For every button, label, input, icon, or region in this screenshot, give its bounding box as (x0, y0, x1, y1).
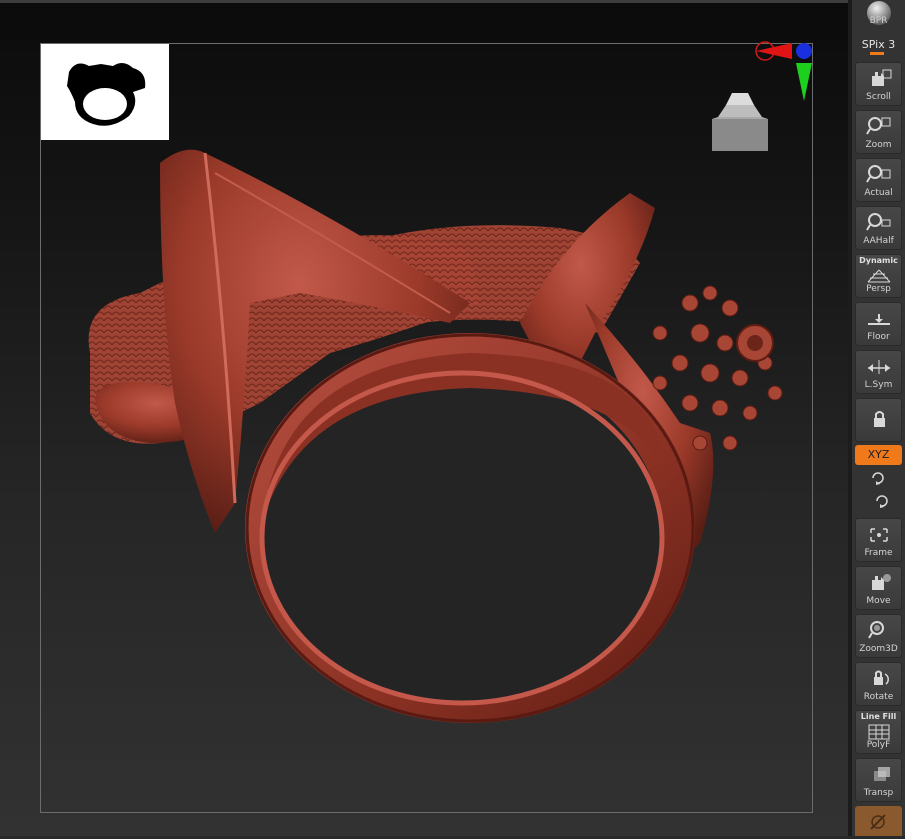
transp-button[interactable]: Transp (855, 758, 902, 802)
rotate-button[interactable]: Rotate (855, 662, 902, 706)
rotate-z-icon[interactable] (874, 494, 890, 508)
zoom3d-button[interactable]: Zoom3D (855, 614, 902, 658)
move-icon (872, 574, 891, 590)
polyf-button[interactable]: Line Fill PolyF (855, 710, 902, 754)
actual-icon (866, 165, 891, 183)
xyz-button[interactable]: XYZ (855, 445, 902, 465)
aahalf-button[interactable]: AAHalf (855, 206, 902, 250)
bpr-button[interactable]: BPR (852, 16, 905, 26)
lock-button[interactable] (855, 398, 902, 442)
persp-button[interactable]: Dynamic Persp (855, 254, 902, 298)
frame-icon (870, 528, 888, 542)
spix-slider-fill (870, 52, 884, 55)
rotate-y-icon[interactable] (870, 471, 886, 485)
ring-silhouette-icon (67, 62, 146, 126)
scroll-button[interactable]: Scroll (855, 62, 902, 106)
polyf-icon (868, 724, 890, 740)
transp-icon (874, 767, 890, 781)
lock-icon (874, 411, 885, 427)
lsym-icon (868, 360, 890, 374)
zoom3d-icon (868, 621, 884, 639)
xyz-label: XYZ (867, 448, 890, 461)
zoom-icon (866, 117, 891, 135)
floor-icon (868, 314, 890, 325)
rotate-icon (874, 670, 889, 685)
document-canvas[interactable] (0, 0, 848, 836)
scroll-icon (872, 69, 892, 86)
navigation-thumbnail[interactable] (41, 44, 169, 140)
floor-button[interactable]: Floor (855, 302, 902, 346)
aahalf-icon (866, 213, 891, 231)
lsym-button[interactable]: L.Sym (855, 350, 902, 394)
right-shelf: BPR SPix 3 Scroll Zoom Actual AAHalf Dyn… (852, 0, 905, 836)
persp-icon (867, 269, 891, 283)
ghost-button[interactable] (855, 806, 902, 836)
actual-button[interactable]: Actual (855, 158, 902, 202)
frame-button[interactable]: Frame (855, 518, 902, 562)
spix-slider[interactable]: SPix 3 (852, 38, 905, 51)
zoom-button[interactable]: Zoom (855, 110, 902, 154)
move-button[interactable]: Move (855, 566, 902, 610)
orientation-cube-icon[interactable] (708, 83, 774, 157)
ghost-icon (870, 814, 886, 830)
